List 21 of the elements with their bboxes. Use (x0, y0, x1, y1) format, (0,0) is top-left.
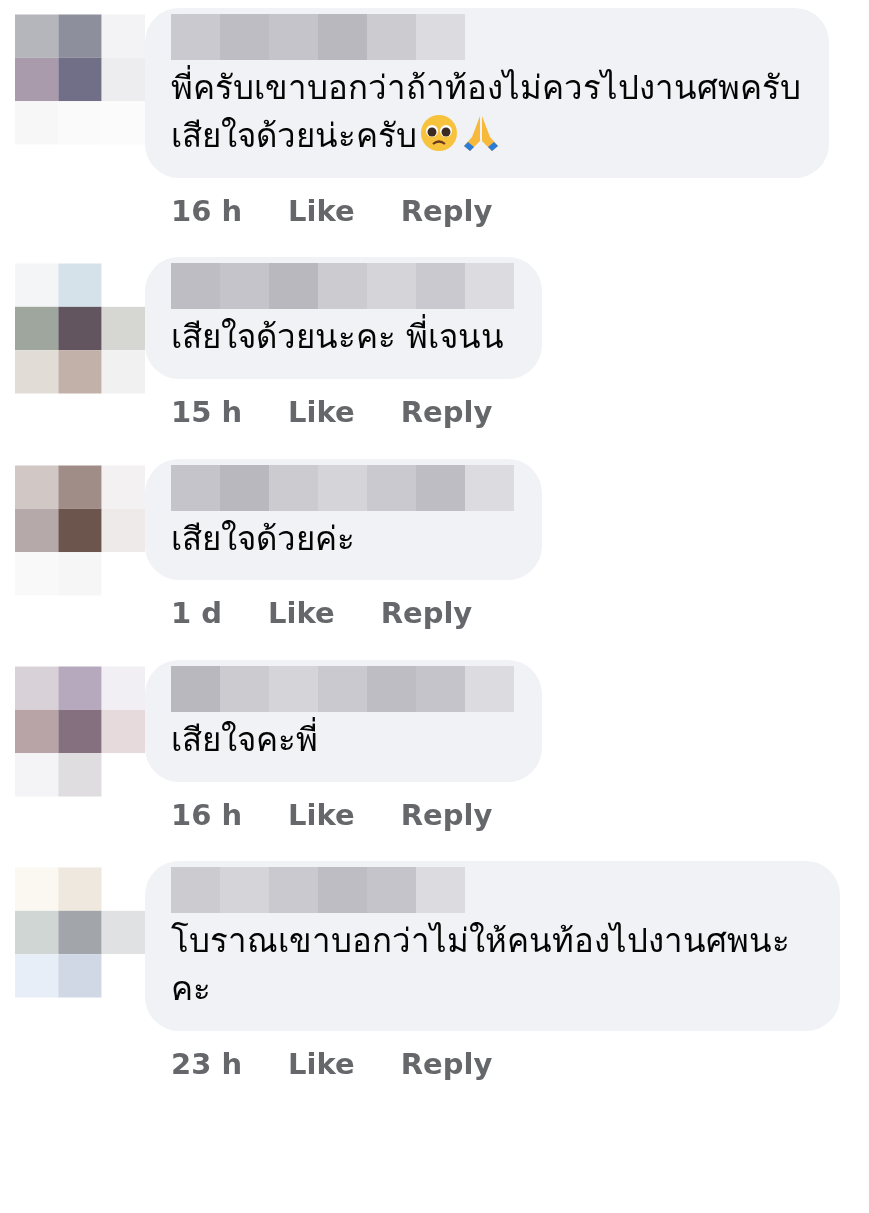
comment-text: เสียใจด้วยค่ะ (171, 517, 356, 560)
like-link[interactable]: Like (288, 391, 355, 435)
timestamp: 16 h (171, 796, 243, 834)
comment-text: เสียใจคะพี่ (171, 716, 319, 761)
reply-link[interactable]: Reply (400, 189, 493, 234)
like-link[interactable]: Like (288, 189, 355, 234)
like-link[interactable]: Like (288, 793, 355, 838)
timestamp: 1 d (171, 595, 223, 633)
pleading-face-icon (419, 112, 459, 153)
reply-link[interactable]: Reply (400, 1042, 493, 1087)
reply-link[interactable]: Reply (400, 793, 493, 838)
timestamp: 16 h (171, 192, 243, 230)
like-link[interactable]: Like (268, 592, 335, 636)
like-link[interactable]: Like (288, 1042, 355, 1087)
reply-link[interactable]: Reply (380, 592, 473, 636)
comment-text: เสียใจด้วยนะคะ พี่เจนน (171, 313, 514, 362)
reply-link[interactable]: Reply (400, 391, 493, 435)
timestamp: 15 h (171, 394, 243, 432)
timestamp: 23 h (171, 1045, 243, 1083)
comment-text: พี่ครับเขาบอกว่าถ้าท้องไม่ควรไปงานศพครับ เสียใจด้วยน่ะครับ (171, 64, 801, 160)
comment-text: โบราณเขาบอกว่าไม่ให้คนท้องไปงานศพนะคะ (171, 920, 791, 1011)
